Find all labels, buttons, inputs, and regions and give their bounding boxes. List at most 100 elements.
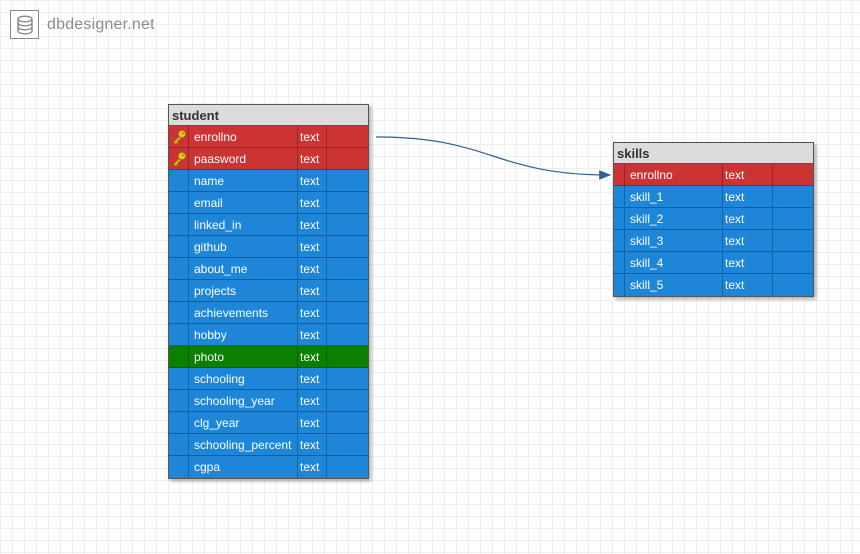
column-extra-cell (327, 412, 368, 433)
column-row-skill-5[interactable]: skill_5 text (614, 274, 813, 296)
column-extra-cell (327, 236, 368, 257)
column-name: enrollno (625, 164, 723, 185)
column-row-enrollno[interactable]: enrollno text (614, 164, 813, 186)
column-type: text (298, 456, 327, 478)
key-cell (169, 192, 189, 213)
column-extra-cell (327, 170, 368, 191)
column-name: paasword (189, 148, 298, 169)
column-extra-cell (773, 164, 813, 185)
key-cell (614, 252, 625, 273)
column-name: skill_3 (625, 230, 723, 251)
column-row-skill-4[interactable]: skill_4 text (614, 252, 813, 274)
key-cell (614, 274, 625, 296)
relation-line[interactable] (375, 136, 612, 180)
column-type: text (298, 324, 327, 345)
column-row-achievements[interactable]: achievements text (169, 302, 368, 324)
column-extra-cell (773, 186, 813, 207)
column-row-github[interactable]: github text (169, 236, 368, 258)
key-cell (169, 390, 189, 411)
column-type: text (723, 274, 773, 296)
column-row-paasword[interactable]: paasword text (169, 148, 368, 170)
column-name: photo (189, 346, 298, 367)
key-cell (169, 258, 189, 279)
key-cell (169, 280, 189, 301)
column-row-projects[interactable]: projects text (169, 280, 368, 302)
key-cell (614, 164, 625, 185)
column-type: text (298, 170, 327, 191)
column-name: clg_year (189, 412, 298, 433)
column-name: cgpa (189, 456, 298, 478)
column-type: text (298, 390, 327, 411)
column-row-skill-3[interactable]: skill_3 text (614, 230, 813, 252)
column-type: text (298, 302, 327, 323)
column-row-name[interactable]: name text (169, 170, 368, 192)
primary-key-icon (169, 148, 189, 169)
column-extra-cell (327, 258, 368, 279)
column-row-schooling-year[interactable]: schooling_year text (169, 390, 368, 412)
column-extra-cell (327, 324, 368, 345)
column-type: text (723, 252, 773, 273)
column-type: text (298, 126, 327, 147)
column-type: text (298, 214, 327, 235)
column-type: text (298, 434, 327, 455)
column-name: projects (189, 280, 298, 301)
key-cell (169, 324, 189, 345)
key-cell (169, 214, 189, 235)
column-name: schooling (189, 368, 298, 389)
column-row-skill-2[interactable]: skill_2 text (614, 208, 813, 230)
column-row-enrollno[interactable]: enrollno text (169, 126, 368, 148)
column-name: schooling_percent (189, 434, 298, 455)
key-cell (169, 368, 189, 389)
column-extra-cell (327, 280, 368, 301)
key-cell (169, 434, 189, 455)
table-student[interactable]: student enrollno text paasword text name text… (168, 104, 369, 479)
column-type: text (298, 368, 327, 389)
column-type: text (723, 164, 773, 185)
column-type: text (298, 412, 327, 433)
column-type: text (298, 346, 327, 367)
column-name: skill_1 (625, 186, 723, 207)
column-extra-cell (327, 126, 368, 147)
column-extra-cell (327, 390, 368, 411)
table-header[interactable]: skills (614, 143, 813, 164)
column-row-linked-in[interactable]: linked_in text (169, 214, 368, 236)
column-name: skill_5 (625, 274, 723, 296)
column-name: skill_4 (625, 252, 723, 273)
column-name: name (189, 170, 298, 191)
column-row-about-me[interactable]: about_me text (169, 258, 368, 280)
column-row-schooling[interactable]: schooling text (169, 368, 368, 390)
column-name: github (189, 236, 298, 257)
column-extra-cell (327, 214, 368, 235)
key-cell (169, 456, 189, 478)
key-cell (614, 208, 625, 229)
table-header[interactable]: student (169, 105, 368, 126)
key-cell (614, 186, 625, 207)
column-name: linked_in (189, 214, 298, 235)
column-row-clg-year[interactable]: clg_year text (169, 412, 368, 434)
column-name: schooling_year (189, 390, 298, 411)
column-row-hobby[interactable]: hobby text (169, 324, 368, 346)
column-row-cgpa[interactable]: cgpa text (169, 456, 368, 478)
column-name: hobby (189, 324, 298, 345)
column-extra-cell (773, 252, 813, 273)
column-row-email[interactable]: email text (169, 192, 368, 214)
column-extra-cell (327, 192, 368, 213)
column-extra-cell (773, 274, 813, 296)
column-name: enrollno (189, 126, 298, 147)
column-type: text (298, 236, 327, 257)
primary-key-icon (169, 126, 189, 147)
key-cell (169, 170, 189, 191)
column-type: text (298, 192, 327, 213)
column-name: about_me (189, 258, 298, 279)
column-row-photo[interactable]: photo text (169, 346, 368, 368)
table-skills[interactable]: skills enrollno text skill_1 text skill_2 tex… (613, 142, 814, 297)
column-type: text (723, 208, 773, 229)
column-list: enrollno text paasword text name text email tex… (169, 126, 368, 478)
column-name: achievements (189, 302, 298, 323)
key-cell (169, 236, 189, 257)
key-cell (169, 346, 189, 367)
column-row-schooling-percent[interactable]: schooling_percent text (169, 434, 368, 456)
column-extra-cell (327, 346, 368, 367)
column-extra-cell (327, 302, 368, 323)
column-row-skill-1[interactable]: skill_1 text (614, 186, 813, 208)
